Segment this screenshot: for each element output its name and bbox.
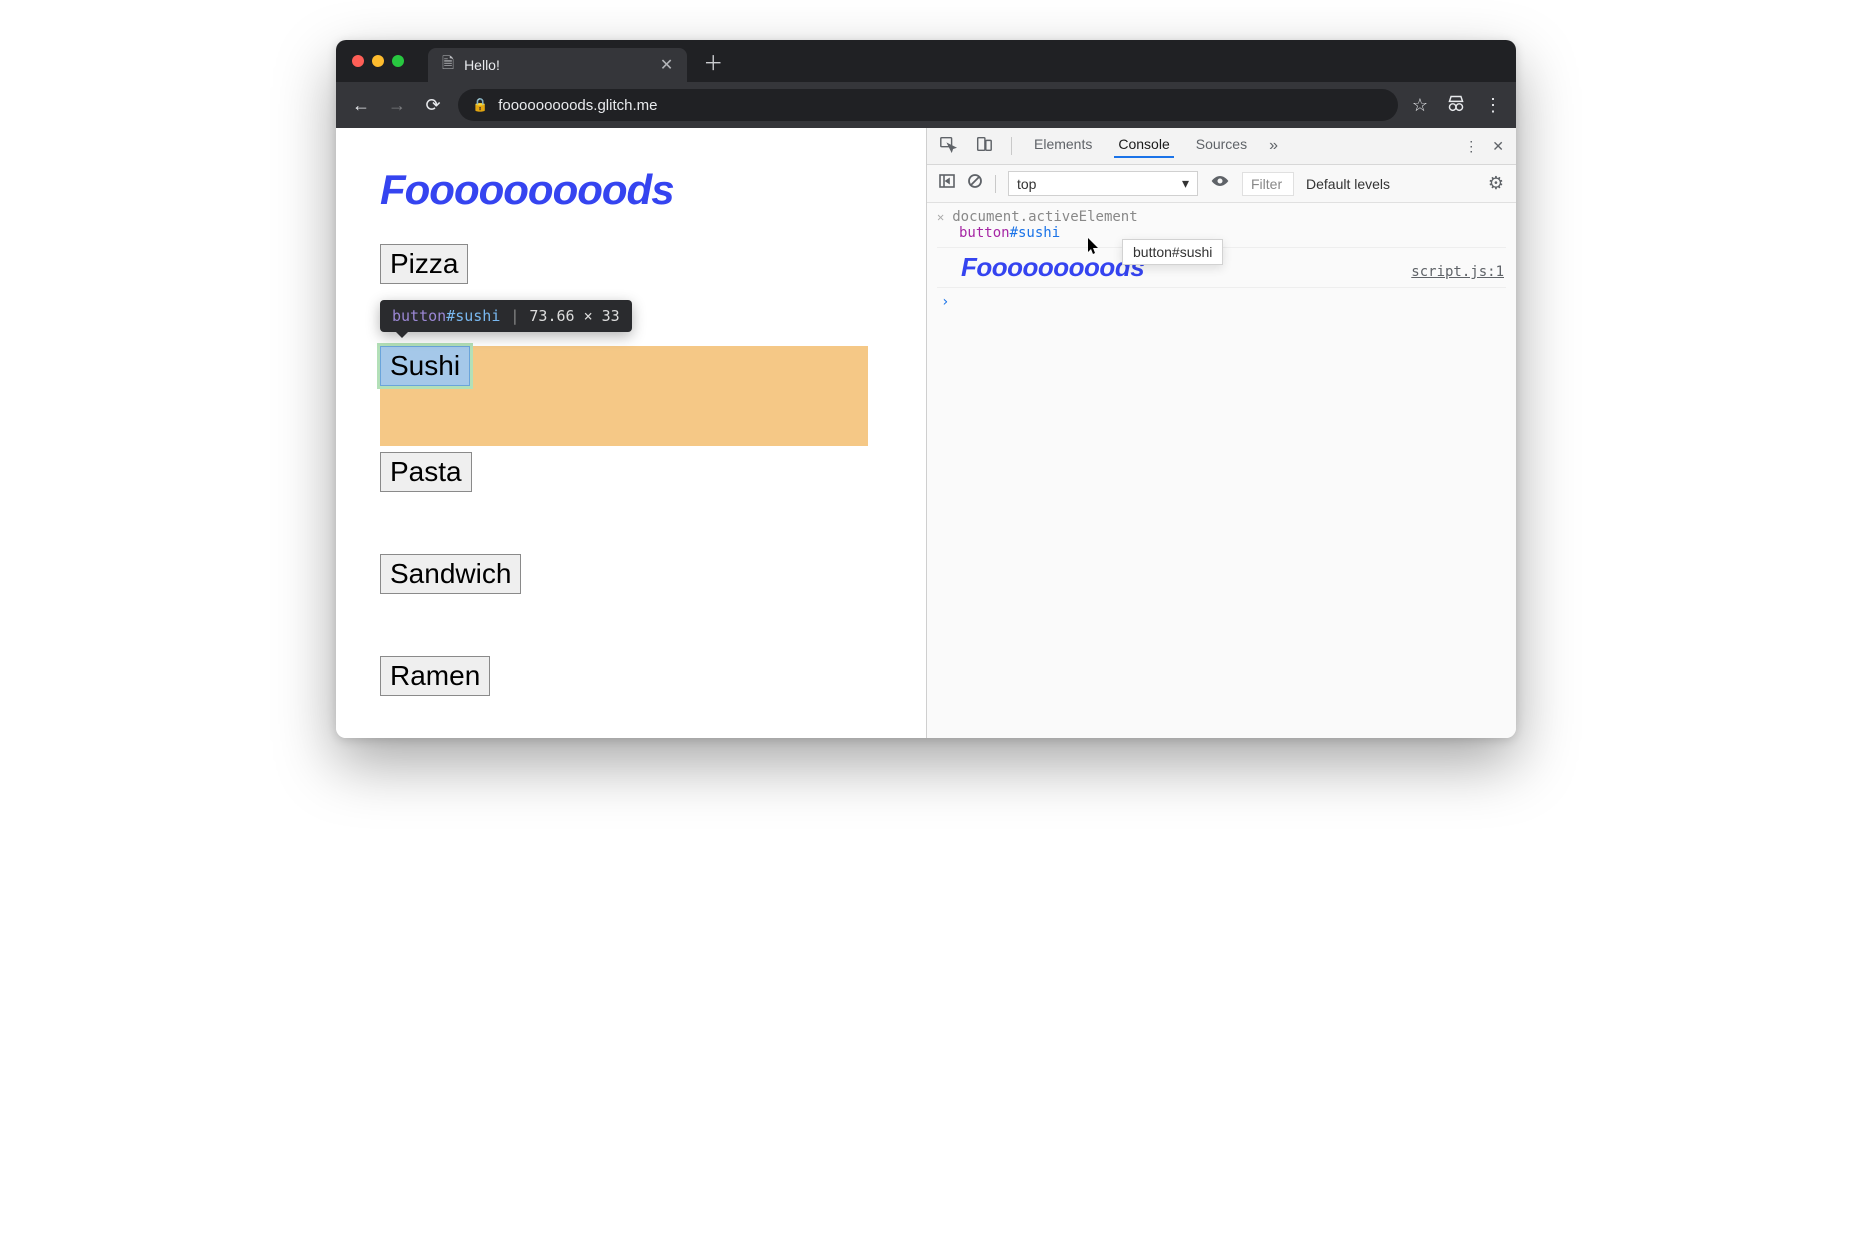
page-heading: Fooooooooods — [380, 166, 882, 214]
remove-expression-icon[interactable]: ✕ — [937, 210, 944, 224]
device-toolbar-icon[interactable] — [975, 135, 993, 158]
tab-strip: 🗎 Hello! ✕ ＋ — [336, 40, 1516, 82]
back-button[interactable]: ← — [350, 95, 372, 116]
content-area: Fooooooooods Pizza button#sushi | 73.66 … — [336, 128, 1516, 738]
window-close-button[interactable] — [352, 55, 364, 67]
console-output: ✕ document.activeElement button#sushi bu… — [927, 203, 1516, 320]
page-icon: 🗎 — [442, 53, 454, 78]
live-expression-text[interactable]: document.activeElement — [952, 209, 1137, 225]
food-button-pasta[interactable]: Pasta — [380, 452, 472, 492]
context-selector-value: top — [1017, 176, 1036, 192]
devtools-tab-bar: Elements Console Sources » ⋮ ✕ — [927, 128, 1516, 165]
devtools-close-icon[interactable]: ✕ — [1492, 138, 1504, 155]
mouse-cursor-icon — [1087, 237, 1101, 259]
devtools-panel: Elements Console Sources » ⋮ ✕ top — [926, 128, 1516, 738]
tooltip-tag: button — [392, 307, 446, 325]
new-tab-button[interactable]: ＋ — [703, 47, 723, 76]
console-prompt-icon[interactable]: › — [941, 294, 1506, 310]
more-tabs-icon[interactable]: » — [1269, 137, 1278, 155]
element-inspect-tooltip: button#sushi | 73.66 × 33 — [380, 300, 632, 332]
divider — [995, 175, 996, 193]
browser-menu-icon[interactable]: ⋮ — [1484, 95, 1502, 116]
live-expression-icon[interactable] — [1210, 174, 1230, 193]
live-expression-row: ✕ document.activeElement — [937, 209, 1506, 225]
tab-title: Hello! — [464, 57, 500, 73]
close-tab-icon[interactable]: ✕ — [660, 55, 673, 75]
live-expression-result[interactable]: button#sushi — [959, 225, 1506, 241]
food-button-ramen[interactable]: Ramen — [380, 656, 490, 696]
window-controls — [344, 55, 418, 67]
chevron-down-icon: ▾ — [1182, 175, 1189, 192]
reload-button[interactable]: ⟳ — [422, 95, 444, 116]
url-text: fooooooooods.glitch.me — [498, 97, 657, 114]
inspect-element-icon[interactable] — [939, 135, 957, 158]
hover-tooltip: button#sushi — [1122, 239, 1223, 265]
tab-elements[interactable]: Elements — [1030, 134, 1096, 158]
food-button-sandwich[interactable]: Sandwich — [380, 554, 521, 594]
tooltip-id: #sushi — [446, 307, 500, 325]
toolbar-right: ☆ ⋮ — [1412, 94, 1502, 117]
tab-console[interactable]: Console — [1114, 134, 1173, 158]
bookmark-star-icon[interactable]: ☆ — [1412, 95, 1428, 116]
tooltip-dimensions: 73.66 × 33 — [529, 307, 619, 325]
page-viewport: Fooooooooods Pizza button#sushi | 73.66 … — [336, 128, 926, 738]
devtools-menu-icon[interactable]: ⋮ — [1464, 138, 1478, 155]
result-id: #sushi — [1010, 225, 1061, 241]
browser-window: 🗎 Hello! ✕ ＋ ← → ⟳ 🔒 fooooooooods.glitch… — [336, 40, 1516, 738]
browser-tab[interactable]: 🗎 Hello! ✕ — [428, 48, 687, 82]
divider — [1011, 137, 1012, 155]
result-tag: button — [959, 225, 1010, 241]
console-log-text: Fooooooooods — [961, 252, 1144, 283]
incognito-icon — [1446, 94, 1466, 117]
window-maximize-button[interactable] — [392, 55, 404, 67]
lock-icon: 🔒 — [472, 97, 488, 113]
margin-highlight-overlay: Sushi — [380, 346, 868, 446]
window-minimize-button[interactable] — [372, 55, 384, 67]
source-link[interactable]: script.js:1 — [1411, 264, 1504, 280]
food-button-sushi[interactable]: Sushi — [380, 346, 470, 386]
console-sidebar-toggle-icon[interactable] — [939, 174, 955, 193]
console-settings-icon[interactable]: ⚙ — [1488, 173, 1504, 194]
clear-console-icon[interactable] — [967, 173, 983, 194]
tab-sources[interactable]: Sources — [1192, 134, 1251, 158]
forward-button[interactable]: → — [386, 95, 408, 116]
food-button-pizza[interactable]: Pizza — [380, 244, 468, 284]
address-bar[interactable]: 🔒 fooooooooods.glitch.me — [458, 89, 1398, 121]
console-filter-bar: top ▾ Filter Default levels ⚙ — [927, 165, 1516, 203]
filter-placeholder: Filter — [1251, 176, 1282, 192]
food-list: Pizza button#sushi | 73.66 × 33 Sushi Pa… — [380, 244, 882, 696]
browser-toolbar: ← → ⟳ 🔒 fooooooooods.glitch.me ☆ ⋮ — [336, 82, 1516, 128]
console-filter-input[interactable]: Filter — [1242, 172, 1294, 196]
context-selector[interactable]: top ▾ — [1008, 171, 1198, 196]
log-levels-selector[interactable]: Default levels — [1306, 176, 1390, 192]
